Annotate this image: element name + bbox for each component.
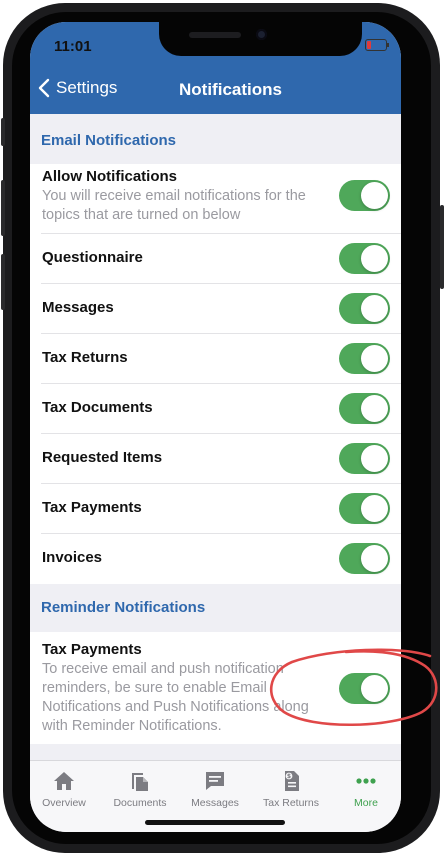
tab-overview-label: Overview — [42, 797, 86, 809]
questionnaire-row: Questionnaire — [30, 234, 401, 284]
phone-volume-down — [1, 254, 5, 310]
home-icon — [54, 772, 74, 790]
tab-messages-label: Messages — [191, 797, 239, 809]
requested-items-toggle[interactable] — [339, 443, 390, 474]
home-indicator — [145, 820, 285, 825]
reminder-section-header: Reminder Notifications — [30, 584, 401, 632]
message-icon — [206, 772, 224, 790]
phone-volume-up — [1, 180, 5, 236]
allow-notifications-desc-line-2: topics that are turned on below — [42, 207, 241, 223]
invoices-label: Invoices — [42, 549, 103, 566]
status-time: 11:01 — [54, 38, 92, 55]
messages-row: Messages — [30, 284, 401, 334]
allow-notifications-row: Allow Notifications You will receive ema… — [30, 164, 401, 234]
battery-icon — [365, 39, 389, 51]
tax-returns-toggle[interactable] — [339, 343, 390, 374]
reminder-desc-line-4: with Reminder Notifications. — [42, 718, 222, 734]
email-section-header: Email Notifications — [30, 114, 401, 164]
front-camera — [256, 29, 267, 40]
invoices-toggle[interactable] — [339, 543, 390, 574]
tab-tax-returns-label: Tax Returns — [262, 797, 320, 809]
more-dots-icon — [356, 778, 376, 784]
tax-documents-toggle[interactable] — [339, 393, 390, 424]
svg-text:$: $ — [287, 773, 291, 780]
page-title: Notifications — [179, 80, 282, 99]
allow-notifications-toggle[interactable] — [339, 180, 390, 211]
reminder-desc-line-1: To receive email and push notification — [42, 661, 284, 677]
reminder-section-title: Reminder Notifications — [41, 599, 206, 616]
requested-items-row: Requested Items — [30, 434, 401, 484]
reminder-tax-payments-row: Tax Payments To receive email and push n… — [30, 632, 401, 744]
tax-payments-label: Tax Payments — [42, 499, 142, 516]
tax-documents-row: Tax Documents — [30, 384, 401, 434]
tax-payments-toggle[interactable] — [339, 493, 390, 524]
phone-speaker — [189, 32, 241, 38]
email-section-title: Email Notifications — [41, 132, 177, 149]
invoices-row: Invoices — [30, 534, 401, 584]
app-screen: 11:01 Settings Notifications Email Notif… — [30, 22, 401, 832]
tab-documents[interactable]: Documents — [103, 769, 177, 809]
tab-tax-returns[interactable]: $ Tax Returns — [254, 769, 328, 809]
reminder-tax-payments-toggle[interactable] — [339, 673, 390, 704]
navigation-bar: Settings Notifications — [30, 68, 401, 114]
tax-returns-label: Tax Returns — [42, 349, 128, 366]
allow-notifications-desc-line-1: You will receive email notifications for… — [42, 188, 306, 204]
requested-items-label: Requested Items — [42, 449, 163, 466]
reminder-desc-line-3: Notifications and Push Notifications alo… — [42, 699, 309, 715]
tax-returns-row: Tax Returns — [30, 334, 401, 384]
tab-messages[interactable]: Messages — [178, 769, 252, 809]
documents-icon — [132, 773, 148, 791]
questionnaire-label: Questionnaire — [42, 249, 143, 266]
messages-toggle[interactable] — [339, 293, 390, 324]
reminder-tax-payments-title: Tax Payments — [42, 641, 142, 658]
allow-notifications-title: Allow Notifications — [42, 168, 177, 185]
tax-return-icon: $ — [285, 771, 299, 791]
tax-documents-label: Tax Documents — [42, 399, 153, 416]
tab-documents-label: Documents — [113, 797, 167, 809]
phone-power-button — [440, 205, 444, 289]
tab-more[interactable]: More — [329, 769, 401, 809]
reminder-desc-line-2: reminders, be sure to enable Email — [42, 680, 267, 696]
messages-label: Messages — [42, 299, 114, 316]
questionnaire-toggle[interactable] — [339, 243, 390, 274]
phone-mute-switch — [1, 118, 5, 146]
tab-more-label: More — [354, 797, 378, 809]
tab-overview[interactable]: Overview — [30, 769, 101, 809]
tax-payments-row: Tax Payments — [30, 484, 401, 534]
